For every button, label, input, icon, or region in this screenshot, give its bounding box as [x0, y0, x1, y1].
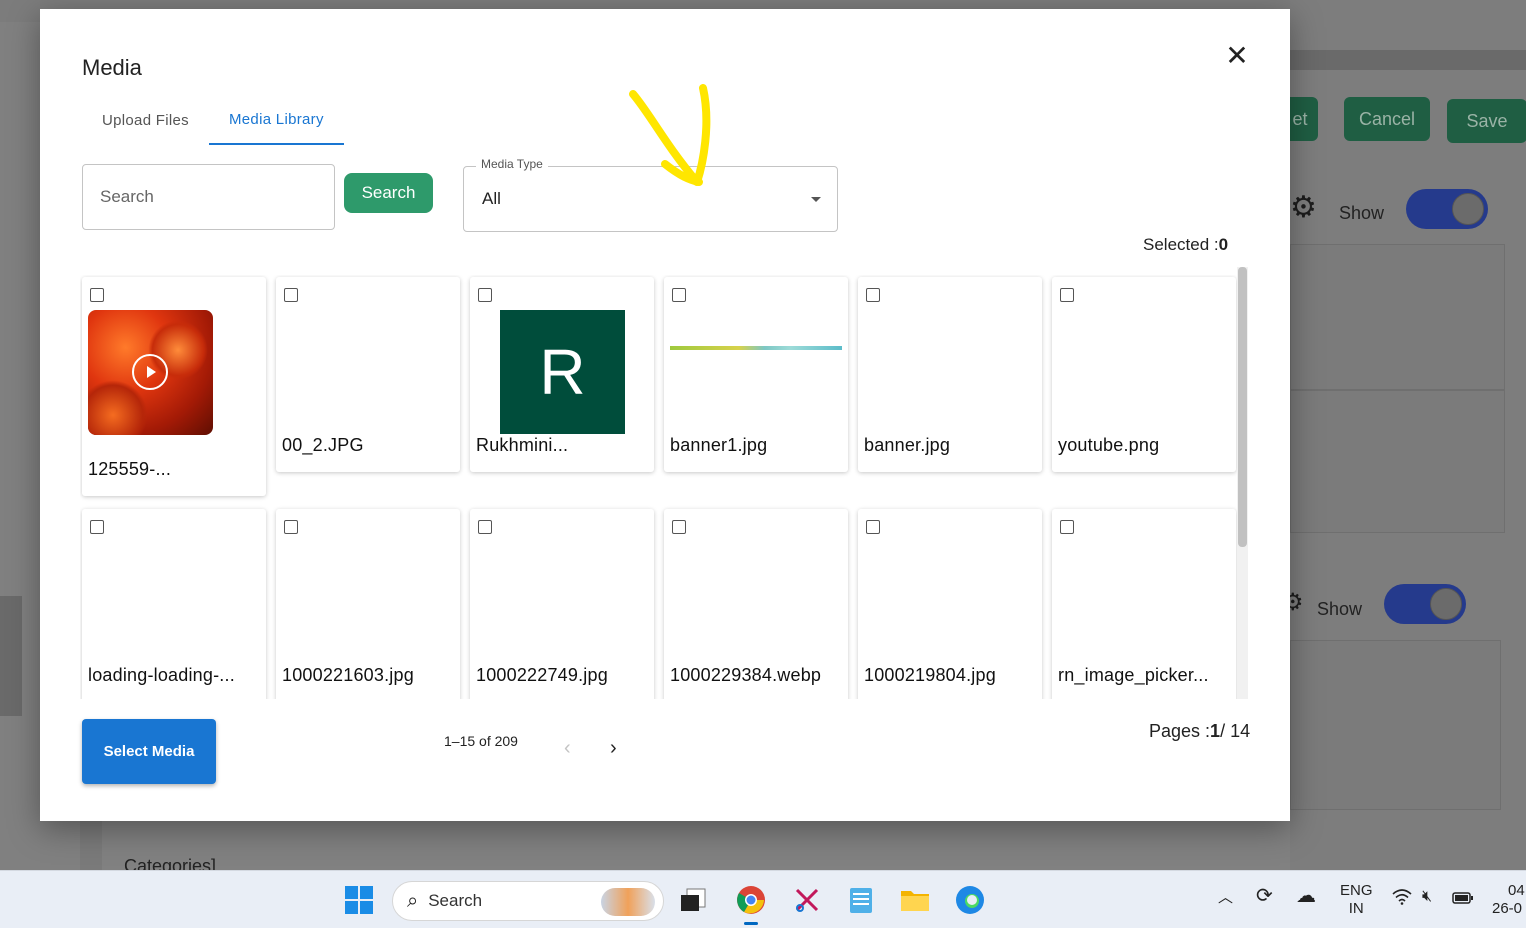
play-icon: [132, 354, 168, 390]
background-show-label: Show: [1317, 599, 1363, 619]
image-thumbnail: [670, 346, 842, 350]
background-panel: [1290, 640, 1501, 810]
media-checkbox[interactable]: [1060, 288, 1074, 302]
chevron-up-icon[interactable]: ︿: [1218, 889, 1233, 907]
snipping-tool-icon[interactable]: [792, 885, 822, 915]
modal-title: Media: [82, 55, 142, 80]
background-toggle: [1406, 189, 1488, 229]
chevron-right-icon[interactable]: ›: [610, 737, 617, 760]
media-name: 00_2.JPG: [282, 435, 364, 455]
file-explorer-icon[interactable]: [900, 885, 930, 915]
tab-media-library[interactable]: Media Library: [208, 95, 344, 145]
background-bottom-inner: [102, 820, 1290, 870]
taskbar-search[interactable]: ⌕ Search: [392, 881, 664, 921]
search-input[interactable]: [82, 164, 335, 230]
search-highlight-art: [601, 888, 655, 916]
media-card[interactable]: 1000229384.webp: [664, 509, 848, 699]
media-card[interactable]: rn_image_picker...: [1052, 509, 1236, 699]
media-card[interactable]: 125559-...: [82, 277, 266, 496]
media-card[interactable]: 1000222749.jpg: [470, 509, 654, 699]
media-card[interactable]: 1000219804.jpg: [858, 509, 1042, 699]
media-name: 1000229384.webp: [670, 665, 822, 685]
media-name: banner.jpg: [864, 435, 951, 455]
media-checkbox[interactable]: [90, 520, 104, 534]
selected-count: Selected :0: [1143, 235, 1229, 254]
clock[interactable]: 04 26-0: [1492, 882, 1525, 918]
select-media-button[interactable]: Select Media: [82, 719, 216, 784]
media-name: 1000219804.jpg: [864, 665, 996, 685]
battery-icon[interactable]: [1452, 891, 1474, 910]
background-toggle: [1384, 584, 1466, 624]
tab-upload-files[interactable]: Upload Files: [82, 95, 209, 145]
media-grid: 125559-... 00_2.JPG R Rukhmini... banner…: [80, 275, 1248, 699]
media-name: loading-loading-...: [88, 665, 235, 685]
notepad-icon[interactable]: [846, 885, 876, 915]
caret-down-icon: [811, 197, 821, 202]
media-checkbox[interactable]: [672, 520, 686, 534]
media-checkbox[interactable]: [90, 288, 104, 302]
media-modal: Media ✕ Upload Files Media Library Searc…: [40, 9, 1290, 821]
image-thumbnail: R: [500, 310, 625, 434]
edge-icon[interactable]: [955, 885, 985, 915]
background-strip: [1290, 50, 1526, 70]
media-name: 125559-...: [88, 459, 172, 479]
media-checkbox[interactable]: [478, 288, 492, 302]
chevron-left-icon[interactable]: ‹: [564, 737, 571, 760]
search-icon: ⌕: [407, 889, 419, 912]
media-card[interactable]: banner.jpg: [858, 277, 1042, 472]
scrollbar-thumb[interactable]: [1238, 267, 1247, 547]
annotation-arrow-icon: [629, 84, 711, 186]
media-type-value: All: [482, 189, 501, 208]
search-button[interactable]: Search: [344, 173, 433, 213]
active-app-indicator: [744, 922, 758, 925]
background-cancel-button: Cancel: [1344, 97, 1430, 141]
windows-start-icon[interactable]: [344, 885, 374, 915]
gear-icon: ⚙: [1290, 191, 1317, 224]
media-name: Rukhmini...: [476, 435, 569, 455]
background-save-button: Save: [1447, 99, 1526, 143]
media-card[interactable]: youtube.png: [1052, 277, 1236, 472]
taskbar: ⌕ Search ︿ ⟳ ☁ ENG IN 🔇︎ 04 26-0: [0, 870, 1526, 928]
media-checkbox[interactable]: [284, 520, 298, 534]
pages-indicator: Pages :1/ 14: [1149, 721, 1251, 741]
media-type-label: Media Type: [476, 157, 548, 171]
media-name: 1000221603.jpg: [282, 665, 414, 685]
tab-bar: Upload Files Media Library: [82, 95, 344, 145]
media-card[interactable]: 1000221603.jpg: [276, 509, 460, 699]
media-card[interactable]: loading-loading-...: [82, 509, 266, 699]
page-range: 1–15 of 209: [444, 733, 518, 749]
video-thumbnail: [88, 310, 213, 435]
media-card[interactable]: banner1.jpg: [664, 277, 848, 472]
media-checkbox[interactable]: [866, 520, 880, 534]
media-checkbox[interactable]: [478, 520, 492, 534]
media-checkbox[interactable]: [672, 288, 686, 302]
background-left-bar: [0, 596, 22, 716]
close-icon[interactable]: ✕: [1222, 41, 1252, 71]
media-name: rn_image_picker...: [1058, 665, 1209, 685]
sync-icon[interactable]: ⟳: [1256, 886, 1273, 906]
chrome-icon[interactable]: [736, 885, 766, 915]
mute-icon[interactable]: 🔇︎: [1422, 888, 1432, 906]
onedrive-icon[interactable]: ☁: [1296, 886, 1316, 906]
task-view-icon[interactable]: [678, 885, 708, 915]
taskbar-search-label: Search: [428, 891, 483, 910]
background-panel: [1290, 390, 1505, 533]
media-checkbox[interactable]: [1060, 520, 1074, 534]
media-checkbox[interactable]: [866, 288, 880, 302]
background-show-label: Show: [1339, 203, 1385, 223]
media-name: 1000222749.jpg: [476, 665, 608, 685]
media-name: banner1.jpg: [670, 435, 768, 455]
media-card[interactable]: R Rukhmini...: [470, 277, 654, 472]
wifi-icon[interactable]: [1392, 889, 1412, 910]
language-indicator[interactable]: ENG IN: [1340, 882, 1373, 918]
background-panel: [1290, 244, 1505, 390]
media-checkbox[interactable]: [284, 288, 298, 302]
media-name: youtube.png: [1058, 435, 1160, 455]
media-card[interactable]: 00_2.JPG: [276, 277, 460, 472]
